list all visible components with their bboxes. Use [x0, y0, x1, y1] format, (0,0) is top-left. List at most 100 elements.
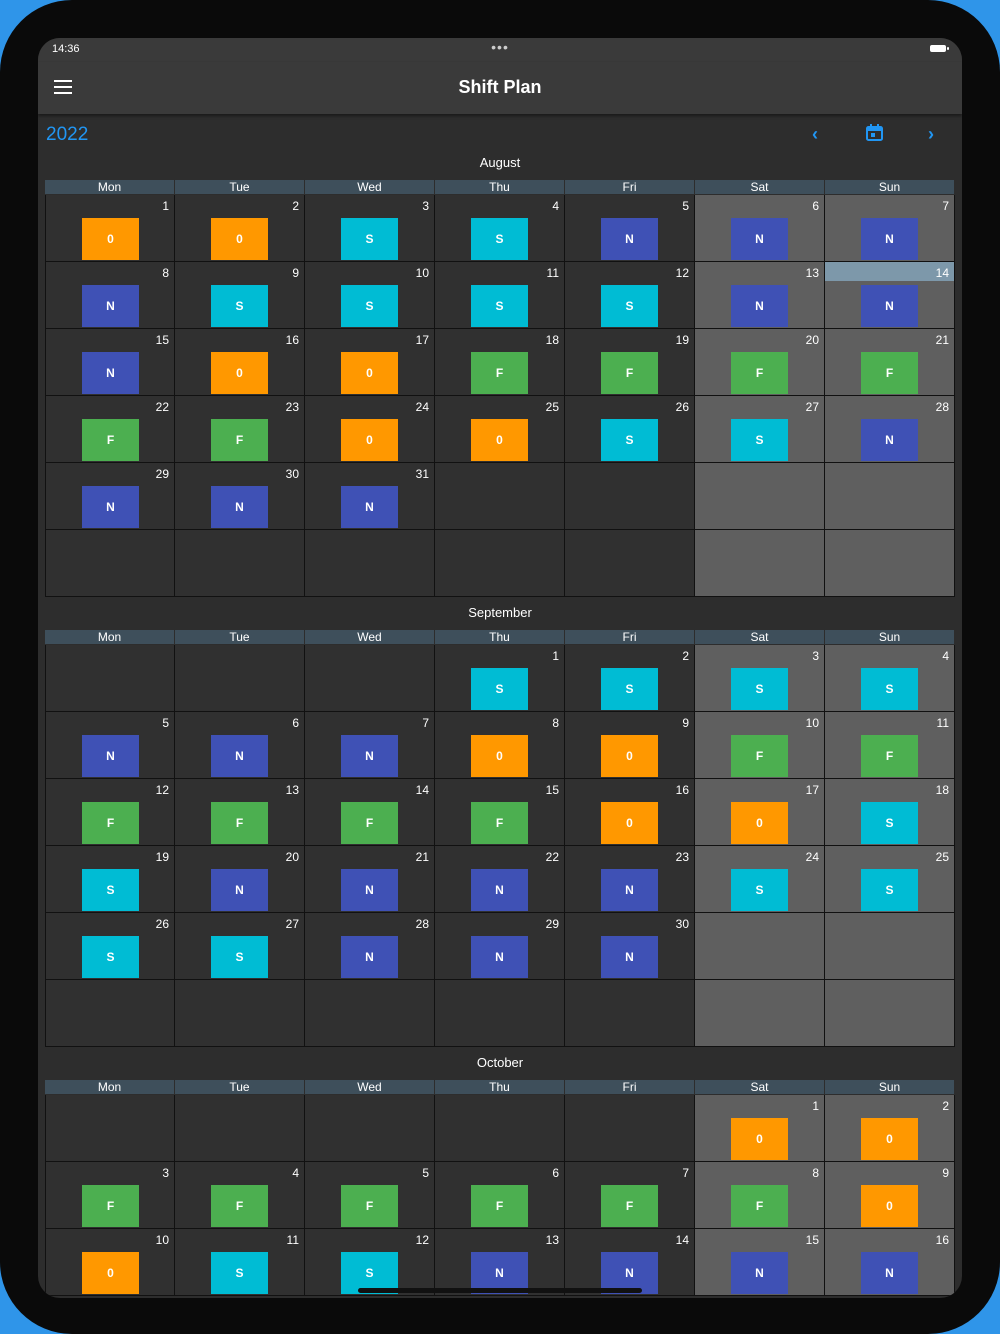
shift-badge[interactable]: F — [82, 1185, 139, 1227]
day-cell[interactable]: 19 S — [45, 846, 175, 913]
day-cell[interactable]: 4S — [825, 645, 955, 712]
shift-badge[interactable]: S — [211, 285, 268, 327]
day-cell[interactable]: 27 S — [175, 913, 305, 980]
day-cell[interactable]: 14 N — [565, 1229, 695, 1296]
shift-badge[interactable]: N — [601, 869, 658, 911]
shift-badge[interactable]: F — [731, 735, 788, 777]
day-cell[interactable]: 13 F — [175, 779, 305, 846]
shift-badge[interactable]: N — [211, 486, 268, 528]
shift-badge[interactable]: N — [82, 352, 139, 394]
shift-badge[interactable]: 0 — [82, 1252, 139, 1294]
multitasking-dots-icon[interactable]: ••• — [38, 39, 962, 55]
shift-badge[interactable]: N — [861, 218, 918, 260]
day-cell[interactable]: 7N — [305, 712, 435, 779]
day-cell[interactable]: 3S — [695, 645, 825, 712]
shift-badge[interactable]: N — [82, 285, 139, 327]
day-cell[interactable]: 21 N — [305, 846, 435, 913]
shift-badge[interactable]: F — [341, 802, 398, 844]
shift-badge[interactable]: S — [82, 936, 139, 978]
day-cell[interactable]: 29 N — [45, 463, 175, 530]
day-cell[interactable]: 10 — [45, 195, 175, 262]
shift-badge[interactable]: 0 — [731, 802, 788, 844]
shift-badge[interactable]: S — [601, 668, 658, 710]
shift-badge[interactable]: N — [861, 419, 918, 461]
day-cell[interactable]: 20 — [175, 195, 305, 262]
day-cell[interactable]: 11 S — [435, 262, 565, 329]
day-cell[interactable]: 15 N — [695, 1229, 825, 1296]
day-cell[interactable]: 10 S — [305, 262, 435, 329]
day-cell[interactable]: 6N — [695, 195, 825, 262]
day-cell[interactable]: 15 N — [45, 329, 175, 396]
day-cell[interactable]: 11 F — [825, 712, 955, 779]
shift-badge[interactable]: F — [341, 1185, 398, 1227]
shift-badge[interactable]: F — [601, 1185, 658, 1227]
day-cell[interactable]: 5F — [305, 1162, 435, 1229]
day-cell[interactable]: 17 0 — [695, 779, 825, 846]
shift-badge[interactable]: S — [601, 419, 658, 461]
shift-badge[interactable]: S — [471, 218, 528, 260]
day-cell[interactable]: 13 N — [695, 262, 825, 329]
shift-badge[interactable]: 0 — [601, 735, 658, 777]
shift-badge[interactable]: 0 — [471, 735, 528, 777]
shift-badge[interactable]: 0 — [471, 419, 528, 461]
shift-badge[interactable]: N — [601, 936, 658, 978]
day-cell[interactable]: 80 — [435, 712, 565, 779]
shift-badge[interactable]: F — [82, 419, 139, 461]
shift-badge[interactable]: F — [861, 352, 918, 394]
day-cell[interactable]: 16 0 — [565, 779, 695, 846]
day-cell[interactable]: 10 — [695, 1095, 825, 1162]
shift-badge[interactable]: F — [211, 802, 268, 844]
shift-badge[interactable]: N — [861, 1252, 918, 1294]
day-cell[interactable]: 14 N — [825, 262, 955, 329]
shift-badge[interactable]: S — [731, 869, 788, 911]
day-cell[interactable]: 13 N — [435, 1229, 565, 1296]
day-cell[interactable]: 3F — [45, 1162, 175, 1229]
shift-badge[interactable]: N — [471, 869, 528, 911]
shift-badge[interactable]: N — [341, 869, 398, 911]
shift-badge[interactable]: N — [731, 285, 788, 327]
day-cell[interactable]: 16 0 — [175, 329, 305, 396]
shift-badge[interactable]: 0 — [341, 352, 398, 394]
shift-badge[interactable]: S — [861, 869, 918, 911]
day-cell[interactable]: 12 S — [565, 262, 695, 329]
day-cell[interactable]: 24 S — [695, 846, 825, 913]
shift-badge[interactable]: F — [731, 1185, 788, 1227]
shift-badge[interactable]: S — [601, 285, 658, 327]
shift-badge[interactable]: F — [82, 802, 139, 844]
shift-badge[interactable]: S — [341, 218, 398, 260]
day-cell[interactable]: 7F — [565, 1162, 695, 1229]
year-label[interactable]: 2022 — [46, 124, 88, 146]
day-cell[interactable]: 4S — [435, 195, 565, 262]
shift-badge[interactable]: S — [731, 668, 788, 710]
shift-badge[interactable]: N — [861, 285, 918, 327]
shift-badge[interactable]: S — [211, 936, 268, 978]
day-cell[interactable]: 8F — [695, 1162, 825, 1229]
day-cell[interactable]: 12 F — [45, 779, 175, 846]
chevron-right-icon[interactable]: › — [928, 124, 934, 145]
day-cell[interactable]: 27 S — [695, 396, 825, 463]
day-cell[interactable]: 24 0 — [305, 396, 435, 463]
day-cell[interactable]: 10 F — [695, 712, 825, 779]
day-cell[interactable]: 12 S — [305, 1229, 435, 1296]
day-cell[interactable]: 7N — [825, 195, 955, 262]
shift-badge[interactable]: S — [211, 1252, 268, 1294]
day-cell[interactable]: 8N — [45, 262, 175, 329]
shift-badge[interactable]: F — [211, 419, 268, 461]
day-cell[interactable]: 5N — [565, 195, 695, 262]
day-cell[interactable]: 26 S — [565, 396, 695, 463]
day-cell[interactable]: 25 S — [825, 846, 955, 913]
day-cell[interactable]: 18 F — [435, 329, 565, 396]
shift-badge[interactable]: F — [471, 1185, 528, 1227]
shift-badge[interactable]: F — [471, 352, 528, 394]
shift-badge[interactable]: S — [861, 668, 918, 710]
home-indicator[interactable] — [358, 1288, 642, 1293]
shift-badge[interactable]: N — [211, 869, 268, 911]
shift-badge[interactable]: S — [861, 802, 918, 844]
chevron-left-icon[interactable]: ‹ — [812, 124, 818, 145]
shift-badge[interactable]: F — [861, 735, 918, 777]
shift-badge[interactable]: S — [471, 285, 528, 327]
day-cell[interactable]: 6F — [435, 1162, 565, 1229]
day-cell[interactable]: 6N — [175, 712, 305, 779]
shift-badge[interactable]: N — [341, 486, 398, 528]
shift-badge[interactable]: 0 — [211, 218, 268, 260]
